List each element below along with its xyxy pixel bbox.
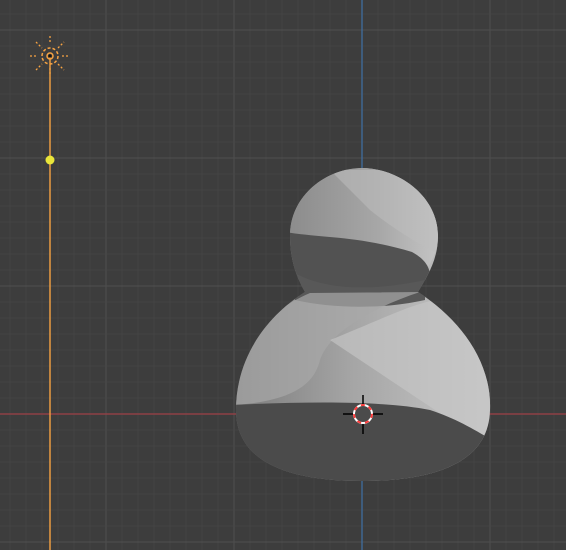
light-direction-handle[interactable] <box>45 155 55 165</box>
viewport-canvas[interactable] <box>0 0 566 550</box>
sun-lamp-icon[interactable] <box>30 36 70 76</box>
mesh-object[interactable] <box>230 160 500 490</box>
3d-viewport[interactable] <box>0 0 566 550</box>
